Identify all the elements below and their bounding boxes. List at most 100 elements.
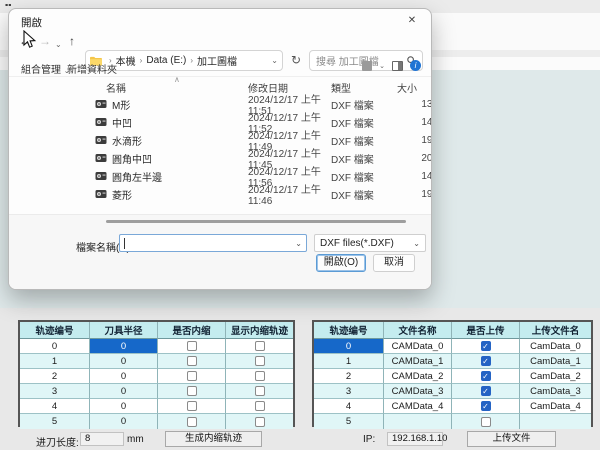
show-inset-path-cell[interactable] [226,369,293,384]
checkbox-checked-icon[interactable]: ✓ [481,371,491,381]
organize-button[interactable]: 組合管理 ⌄ [21,61,70,76]
open-button[interactable]: 開啟(O) [316,254,366,272]
checkbox-checked-icon[interactable]: ✓ [481,341,491,351]
inset-enabled-cell[interactable] [158,399,226,414]
file-name-cell[interactable]: CAMData_0 [384,339,452,354]
track-id-cell[interactable]: 3 [314,384,384,399]
inset-enabled-cell[interactable] [158,414,226,429]
info-icon[interactable]: i [410,60,421,71]
upload-name-cell[interactable] [520,414,591,429]
upload-enabled-cell[interactable]: ✓ [452,369,520,384]
inset-enabled-cell[interactable] [158,354,226,369]
checkbox-unchecked-icon[interactable] [187,401,197,411]
upload-enabled-cell[interactable] [452,414,520,429]
cancel-button[interactable]: 取消 [373,254,415,272]
file-row[interactable]: 菱形2024/12/17 上午 11:46DXF 檔案196 [9,185,431,203]
show-inset-path-cell[interactable] [226,354,293,369]
track-id-cell[interactable]: 5 [314,414,384,429]
upload-name-cell[interactable]: CamData_3 [520,384,591,399]
file-row[interactable]: M形2024/12/17 上午 11:51DXF 檔案137 [9,95,431,113]
track-id-cell[interactable]: 0 [314,339,384,354]
upload-enabled-cell[interactable]: ✓ [452,339,520,354]
preview-pane-icon[interactable] [392,61,403,71]
filename-input[interactable]: ⌄ [119,234,307,252]
ip-label: IP: [363,434,375,445]
track-id-cell[interactable]: 3 [20,384,90,399]
checkbox-unchecked-icon[interactable] [187,386,197,396]
upload-enabled-cell[interactable]: ✓ [452,354,520,369]
filename-chevron-down-icon[interactable]: ⌄ [295,239,302,248]
up-icon[interactable]: ↑ [69,33,75,49]
filetype-select[interactable]: DXF files(*.DXF) ⌄ [314,234,426,252]
tool-radius-cell[interactable]: 0 [90,399,158,414]
tool-radius-cell[interactable]: 0 [90,354,158,369]
file-row[interactable]: 圓角左半邊2024/12/17 上午 11:56DXF 檔案146 [9,167,431,185]
tool-radius-cell[interactable]: 0 [90,384,158,399]
track-id-cell[interactable]: 1 [314,354,384,369]
upload-name-cell[interactable]: CamData_0 [520,339,591,354]
forward-icon[interactable]: → [39,33,51,49]
upload-enabled-cell[interactable]: ✓ [452,384,520,399]
checkbox-unchecked-icon[interactable] [255,356,265,366]
view-mode-icon[interactable] [362,61,372,71]
checkbox-unchecked-icon[interactable] [187,417,197,427]
checkbox-unchecked-icon[interactable] [255,386,265,396]
upload-file-button[interactable]: 上传文件 [467,431,556,447]
file-row[interactable]: 中凹2024/12/17 上午 11:52DXF 檔案142 [9,113,431,131]
file-name-cell[interactable]: CAMData_1 [384,354,452,369]
track-id-cell[interactable]: 0 [20,339,90,354]
upload-name-cell[interactable]: CamData_1 [520,354,591,369]
new-folder-button[interactable]: 新增資料夾 [67,61,117,76]
track-id-cell[interactable]: 2 [20,369,90,384]
feed-length-input[interactable]: 8 [80,432,124,446]
show-inset-path-cell[interactable] [226,399,293,414]
horizontal-scrollbar[interactable] [106,220,406,223]
table-row: 20 [20,369,293,384]
file-name-cell[interactable]: CAMData_4 [384,399,452,414]
tool-radius-cell[interactable]: 0 [90,339,158,354]
track-id-cell[interactable]: 5 [20,414,90,429]
checkbox-unchecked-icon[interactable] [481,417,491,427]
checkbox-unchecked-icon[interactable] [187,356,197,366]
file-date: 2024/12/17 上午 11:46 [248,181,331,207]
file-row[interactable]: 圓角中凹2024/12/17 上午 11:45DXF 檔案201 [9,149,431,167]
upload-enabled-cell[interactable]: ✓ [452,399,520,414]
show-inset-path-cell[interactable] [226,414,293,429]
inset-enabled-cell[interactable] [158,384,226,399]
checkbox-checked-icon[interactable]: ✓ [481,401,491,411]
file-name-cell[interactable]: CAMData_2 [384,369,452,384]
column-header-type[interactable]: 類型 [331,80,351,95]
checkbox-unchecked-icon[interactable] [255,417,265,427]
column-header-name[interactable]: 名稱 [106,80,126,95]
checkbox-unchecked-icon[interactable] [187,341,197,351]
track-id-cell[interactable]: 2 [314,369,384,384]
tool-radius-cell[interactable]: 0 [90,414,158,429]
close-icon[interactable]: ✕ [403,13,421,29]
upload-name-cell[interactable]: CamData_4 [520,399,591,414]
checkbox-checked-icon[interactable]: ✓ [481,386,491,396]
column-header-size[interactable]: 大小 [377,80,417,95]
file-type: DXF 檔案 [331,133,392,148]
inset-enabled-cell[interactable] [158,339,226,354]
show-inset-path-cell[interactable] [226,384,293,399]
tool-radius-cell[interactable]: 0 [90,369,158,384]
checkbox-checked-icon[interactable]: ✓ [481,356,491,366]
generate-inset-path-button[interactable]: 生成内缩轨迹 [165,431,262,447]
track-id-cell[interactable]: 1 [20,354,90,369]
dxf-file-icon [95,117,107,127]
show-inset-path-cell[interactable] [226,339,293,354]
checkbox-unchecked-icon[interactable] [255,371,265,381]
track-id-cell[interactable]: 4 [314,399,384,414]
ip-address-input[interactable]: 192.168.1.10 [387,432,443,446]
track-id-cell[interactable]: 4 [20,399,90,414]
upload-name-cell[interactable]: CamData_2 [520,369,591,384]
view-chevron-down-icon[interactable]: ⌄ [379,62,385,70]
file-row[interactable]: 水滴形2024/12/17 上午 11:49DXF 檔案198 [9,131,431,149]
file-name-cell[interactable] [384,414,452,429]
checkbox-unchecked-icon[interactable] [187,371,197,381]
checkbox-unchecked-icon[interactable] [255,401,265,411]
inset-enabled-cell[interactable] [158,369,226,384]
file-name-cell[interactable]: CAMData_3 [384,384,452,399]
recent-locations-icon[interactable]: ⌄ [55,37,62,53]
checkbox-unchecked-icon[interactable] [255,341,265,351]
